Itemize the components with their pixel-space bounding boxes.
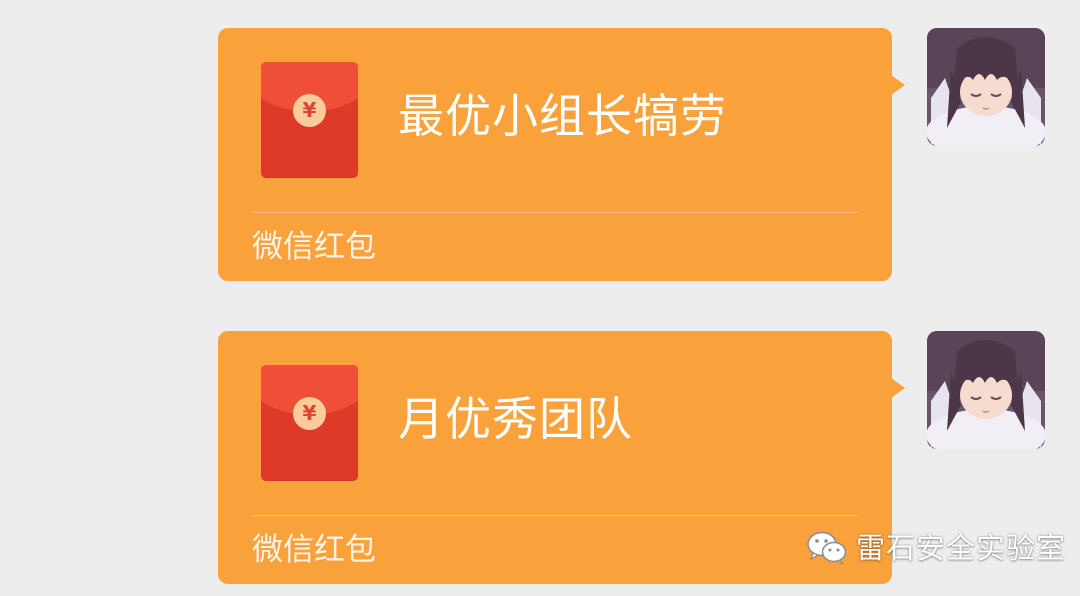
divider	[252, 212, 858, 213]
red-envelope-icon: ¥	[261, 62, 358, 178]
red-packet-title: 月优秀团队	[398, 392, 633, 446]
yuan-coin-icon: ¥	[293, 94, 326, 127]
anime-girl-avatar-icon	[927, 331, 1045, 449]
red-packet-message-1: ¥ 最优小组长犒劳 微信红包	[0, 28, 1080, 288]
red-packet-bubble-2[interactable]: ¥ 月优秀团队 微信红包	[218, 331, 892, 584]
red-packet-title: 最优小组长犒劳	[398, 89, 727, 143]
red-packet-label: 微信红包	[252, 229, 376, 265]
red-envelope-icon: ¥	[261, 365, 358, 481]
wechat-icon	[807, 531, 847, 565]
watermark: 雷石安全实验室	[806, 528, 1066, 568]
avatar[interactable]	[927, 331, 1045, 449]
divider	[252, 515, 858, 516]
avatar[interactable]	[927, 28, 1045, 146]
red-packet-bubble-1[interactable]: ¥ 最优小组长犒劳 微信红包	[218, 28, 892, 281]
yuan-coin-icon: ¥	[293, 397, 326, 430]
bubble-tail	[891, 378, 905, 398]
anime-girl-avatar-icon	[927, 28, 1045, 146]
red-packet-label: 微信红包	[252, 532, 376, 568]
bubble-tail	[891, 75, 905, 95]
watermark-text: 雷石安全实验室	[856, 531, 1067, 565]
